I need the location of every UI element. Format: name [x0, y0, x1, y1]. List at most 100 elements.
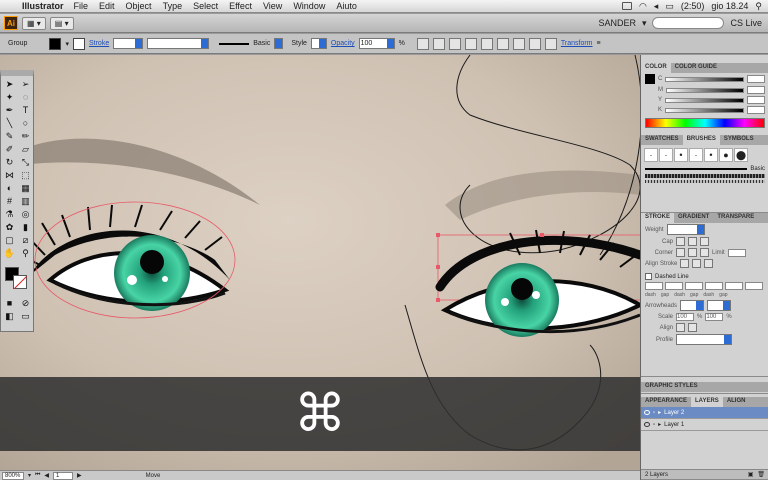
- zoom-level-field[interactable]: 800%: [2, 471, 24, 480]
- none-mode-icon[interactable]: ⊘: [18, 297, 33, 309]
- dashed-line-checkbox[interactable]: [645, 273, 652, 280]
- stroke-weight-dropdown[interactable]: [113, 38, 144, 49]
- variable-width-dropdown[interactable]: [147, 38, 210, 49]
- volume-icon[interactable]: ◂: [654, 1, 659, 12]
- paintbrush-tool-icon[interactable]: ✎: [2, 130, 17, 142]
- mesh-tool-icon[interactable]: #: [2, 195, 17, 207]
- round-cap-icon[interactable]: [688, 237, 697, 246]
- yellow-slider[interactable]: [665, 97, 744, 103]
- brush-dropdown[interactable]: [274, 38, 284, 49]
- free-transform-tool-icon[interactable]: ⬚: [18, 169, 33, 181]
- pencil-tool-icon[interactable]: ✏: [18, 130, 33, 142]
- dash-3-input[interactable]: [725, 282, 743, 290]
- brush-basic-row[interactable]: Basic: [641, 165, 768, 173]
- clock[interactable]: gio 18.24: [711, 1, 748, 11]
- first-artboard-icon[interactable]: ⏮: [35, 472, 40, 479]
- wifi-icon[interactable]: ◠: [639, 1, 647, 12]
- align-right-icon[interactable]: [480, 37, 493, 50]
- tab-stroke[interactable]: STROKE: [641, 213, 675, 223]
- start-scale-input[interactable]: 100: [676, 313, 694, 321]
- align-center-icon[interactable]: [464, 37, 477, 50]
- tool-status[interactable]: Move: [146, 473, 161, 479]
- menubar-status-icon[interactable]: [621, 2, 632, 10]
- previous-artboard-icon[interactable]: ◀: [44, 472, 49, 479]
- hand-tool-icon[interactable]: ✋: [2, 247, 17, 259]
- magic-wand-tool-icon[interactable]: ✦: [2, 91, 17, 103]
- zoom-tool-icon[interactable]: ⚲: [18, 247, 33, 259]
- blend-tool-icon[interactable]: ◎: [18, 208, 33, 220]
- scale-tool-icon[interactable]: ⤡: [18, 156, 33, 168]
- tab-transparency[interactable]: TRANSPARE: [713, 213, 758, 223]
- isolate-group-icon[interactable]: [544, 37, 557, 50]
- transform-link[interactable]: Transform: [561, 40, 593, 47]
- pen-tool-icon[interactable]: ✒: [2, 104, 17, 116]
- start-arrowhead-dropdown[interactable]: [680, 300, 705, 311]
- stroke-color-swatch[interactable]: [13, 275, 27, 289]
- type-tool-icon[interactable]: T: [18, 104, 33, 116]
- chevron-down-icon[interactable]: ▾: [65, 40, 69, 48]
- shape-builder-tool-icon[interactable]: ◐: [2, 182, 17, 194]
- bridge-button[interactable]: ▦ ▾: [22, 16, 46, 30]
- visibility-eye-icon[interactable]: [644, 422, 650, 427]
- brush-dot-1[interactable]: ·: [644, 148, 658, 162]
- next-artboard-icon[interactable]: ▶: [77, 472, 82, 479]
- arrow-tip-extend-icon[interactable]: [676, 323, 685, 332]
- tab-color-guide[interactable]: COLOR GUIDE: [671, 63, 721, 73]
- stroke-link[interactable]: Stroke: [89, 40, 109, 47]
- ellipse-tool-icon[interactable]: ○: [18, 117, 33, 129]
- bevel-join-icon[interactable]: [700, 248, 709, 257]
- delete-layer-icon[interactable]: 🗑: [757, 471, 765, 478]
- layer-row[interactable]: ▫ ▸ Layer 1: [641, 419, 768, 431]
- lock-toggle-icon[interactable]: ▫: [653, 422, 655, 428]
- menu-select[interactable]: Select: [193, 1, 218, 11]
- tab-brushes[interactable]: BRUSHES: [682, 135, 720, 145]
- tab-appearance[interactable]: APPEARANCE: [641, 397, 691, 407]
- tab-symbols[interactable]: SYMBOLS: [720, 135, 758, 145]
- chevron-down-icon[interactable]: ▾: [28, 472, 31, 479]
- align-stroke-inside-icon[interactable]: [692, 259, 702, 268]
- chevron-down-icon[interactable]: ▾: [642, 18, 647, 29]
- color-spectrum[interactable]: [645, 118, 765, 128]
- document-setup-icon[interactable]: [416, 37, 429, 50]
- cs-live-menu[interactable]: CS Live: [730, 18, 762, 28]
- recolor-artwork-icon[interactable]: [432, 37, 445, 50]
- layer-name[interactable]: Layer 1: [664, 422, 684, 428]
- rotate-tool-icon[interactable]: ↻: [2, 156, 17, 168]
- fill-swatch[interactable]: [49, 37, 62, 50]
- align-stroke-outside-icon[interactable]: [704, 259, 714, 268]
- direct-selection-tool-icon[interactable]: ➢: [18, 78, 33, 90]
- draw-mode-icon[interactable]: ◧: [2, 310, 17, 322]
- black-value[interactable]: [747, 106, 765, 114]
- menu-type[interactable]: Type: [163, 1, 183, 11]
- brush-dot-7[interactable]: ⬤: [734, 148, 748, 162]
- menu-effect[interactable]: Effect: [229, 1, 252, 11]
- app-menu[interactable]: Illustrator: [22, 1, 64, 11]
- gradient-tool-icon[interactable]: ▥: [18, 195, 33, 207]
- cyan-slider[interactable]: [665, 76, 744, 82]
- panel-menu-icon[interactable]: ≡: [597, 40, 601, 47]
- arrange-documents-button[interactable]: ▤ ▾: [49, 16, 74, 30]
- width-tool-icon[interactable]: ⋈: [2, 169, 17, 181]
- battery-icon[interactable]: ▭: [665, 1, 674, 12]
- selection-tool-icon[interactable]: ➤: [2, 78, 17, 90]
- line-tool-icon[interactable]: ╲: [2, 117, 17, 129]
- miter-join-icon[interactable]: [676, 248, 685, 257]
- round-join-icon[interactable]: [688, 248, 697, 257]
- brush-dot-3[interactable]: •: [674, 148, 688, 162]
- brush-dot-5[interactable]: •: [704, 148, 718, 162]
- spotlight-icon[interactable]: ⚲: [755, 1, 762, 12]
- layer-row[interactable]: ▫ ▸ Layer 2: [641, 407, 768, 419]
- align-middle-icon[interactable]: [512, 37, 525, 50]
- menu-view[interactable]: View: [263, 1, 282, 11]
- opacity-input[interactable]: 100: [358, 38, 395, 49]
- limit-input[interactable]: [727, 248, 746, 257]
- column-graph-tool-icon[interactable]: ▮: [18, 221, 33, 233]
- artboard-tool-icon[interactable]: ▢: [2, 234, 17, 246]
- style-dropdown[interactable]: [310, 38, 327, 49]
- opacity-link[interactable]: Opacity: [331, 40, 355, 47]
- align-left-icon[interactable]: [448, 37, 461, 50]
- arrow-tip-place-icon[interactable]: [688, 323, 697, 332]
- menu-window[interactable]: Window: [293, 1, 325, 11]
- gap-1-input[interactable]: [665, 282, 683, 290]
- menu-edit[interactable]: Edit: [99, 1, 115, 11]
